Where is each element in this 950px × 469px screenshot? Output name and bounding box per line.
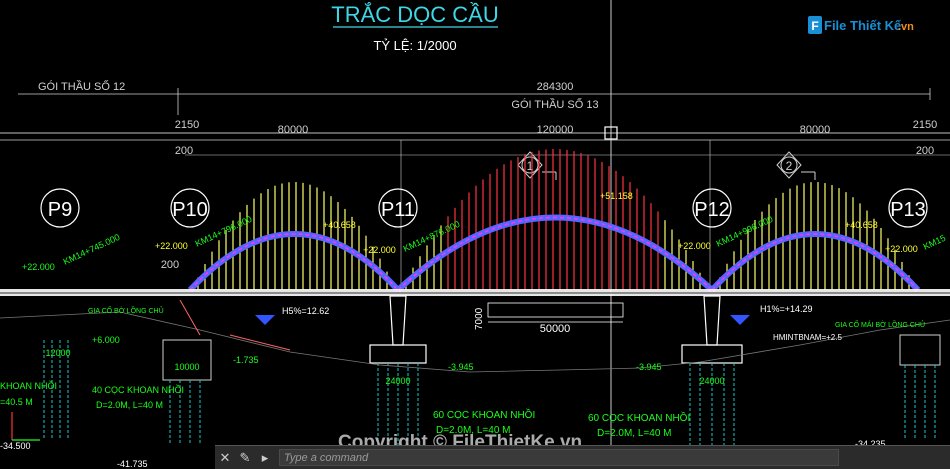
elev-p11: +22.000 — [363, 245, 396, 255]
svg-text:.vn: .vn — [898, 21, 914, 33]
svg-text:2: 2 — [786, 159, 793, 173]
drawing-scale: TỶ LỆ: 1/2000 — [373, 38, 456, 53]
pier-label-p13[interactable]: P13 — [888, 188, 928, 228]
pier-p11[interactable] — [389, 295, 407, 346]
elev-m1735: -1.735 — [233, 355, 259, 365]
pile-right-size: D=2.0M, L=40 M — [597, 428, 671, 439]
pile-p9-size: =40.5 M — [0, 397, 33, 407]
pile-right-count: 60 CỌC KHOAN NHỒI — [588, 411, 690, 424]
pile-cap-p11[interactable] — [369, 344, 427, 364]
dim-24000-left: 24000 — [385, 376, 410, 386]
svg-text:F: F — [811, 19, 818, 33]
svg-text:P10: P10 — [172, 199, 208, 221]
pile-mid-count: 60 CỌC KHOAN NHỒI — [433, 408, 535, 421]
arch-span-left[interactable] — [187, 231, 401, 293]
hmin-label: HMINTBNAM=+2.5 — [773, 333, 842, 342]
elev-m34500: -34.500 — [0, 441, 31, 451]
pile-cap-p13[interactable] — [899, 334, 941, 366]
span-120000: 120000 — [537, 124, 574, 136]
km-p9: KM14+745.000 — [62, 232, 122, 267]
elev-p9: +22.000 — [22, 262, 55, 272]
drawing-title: TRẮC DỌC CẦU — [331, 2, 498, 27]
section-marker-1[interactable]: 1 — [517, 151, 557, 180]
dim-2150-left: 2150 — [175, 119, 199, 131]
clear-height: 7000 — [474, 307, 485, 330]
svg-text:P13: P13 — [890, 199, 926, 221]
dim-2150-right: 2150 — [913, 119, 937, 131]
dim-200-c: 200 — [161, 259, 179, 271]
pile-cap-p10[interactable] — [162, 339, 212, 381]
total-length-dim: 284300 — [537, 81, 574, 93]
water-symbol-left — [255, 315, 275, 325]
top-elevation: +51.158 — [600, 191, 633, 201]
svg-text:File Thiết Kế: File Thiết Kế — [824, 18, 902, 33]
elev-m3945-right: -3.945 — [636, 362, 662, 372]
dim-200-a: 200 — [175, 145, 193, 157]
span-80000-left: 80000 — [278, 124, 309, 136]
command-line-bar: ✕ ✎ ▸ Type a command — [215, 445, 950, 469]
arch-elev-left: +40.658 — [323, 220, 356, 230]
dim-24000-right: 24000 — [699, 376, 724, 386]
command-prompt-icon[interactable]: ▸ — [255, 448, 275, 468]
settings-wrench-icon[interactable]: ✎ — [235, 448, 255, 468]
elev-p12: +22.000 — [678, 241, 711, 251]
elev-m41735: -41.735 — [117, 459, 148, 468]
pier-label-p11[interactable]: P11 — [378, 188, 418, 228]
command-input[interactable]: Type a command — [279, 449, 839, 466]
svg-text:P11: P11 — [381, 199, 415, 221]
svg-text:P9: P9 — [48, 199, 72, 221]
pier-label-p9[interactable]: P9 — [40, 188, 80, 228]
slope-right: H1%=+14.29 — [760, 304, 813, 314]
pile-p10-size: D=2.0M, L=40 M — [96, 400, 163, 410]
close-icon[interactable]: ✕ — [215, 448, 235, 468]
arch-elev-right: +40.658 — [845, 220, 878, 230]
km-p13: KM15 — [922, 233, 948, 252]
elev-p13: +22.000 — [885, 244, 918, 254]
svg-text:1: 1 — [527, 159, 534, 173]
pier-p12[interactable] — [703, 295, 721, 346]
dim-12000: 12000 — [45, 348, 70, 358]
svg-text:P12: P12 — [694, 199, 730, 221]
pile-p10-count: 40 CỌC KHOAN NHỒI — [92, 384, 184, 395]
dim-200-b: 200 — [916, 145, 934, 157]
elev-plus6: +6.000 — [92, 335, 120, 345]
dim-10000: 10000 — [174, 362, 199, 372]
clear-width: 50000 — [540, 323, 571, 335]
elev-p10: +22.000 — [155, 241, 188, 251]
ucs-icon — [11, 412, 40, 441]
pier-label-p10[interactable]: P10 — [170, 188, 210, 228]
support-left: GIA CỐ BỜ LỒNG CHỦ — [88, 305, 164, 315]
elev-m3945-left: -3.945 — [448, 362, 474, 372]
pile-p9-count: KHOAN NHỒI — [0, 380, 57, 391]
water-symbol-right — [730, 315, 750, 325]
pier-label-p12[interactable]: P12 — [692, 188, 732, 228]
cad-drawing-canvas[interactable]: TRẮC DỌC CẦU TỶ LỆ: 1/2000 GÓI THẦU SỐ 1… — [0, 0, 950, 468]
slope-left: H5%=12.62 — [282, 306, 329, 316]
package-12-label: GÓI THẦU SỐ 12 — [38, 79, 125, 93]
section-marker-2[interactable]: 2 — [776, 151, 816, 180]
brand-logo: F File Thiết Kế .vn — [808, 14, 920, 40]
span-80000-right: 80000 — [800, 124, 831, 136]
package-13-label: GÓI THẦU SỐ 13 — [511, 97, 598, 111]
support-right: GIA CỐ MÁI BỜ LỒNG CHỦ — [835, 319, 925, 329]
